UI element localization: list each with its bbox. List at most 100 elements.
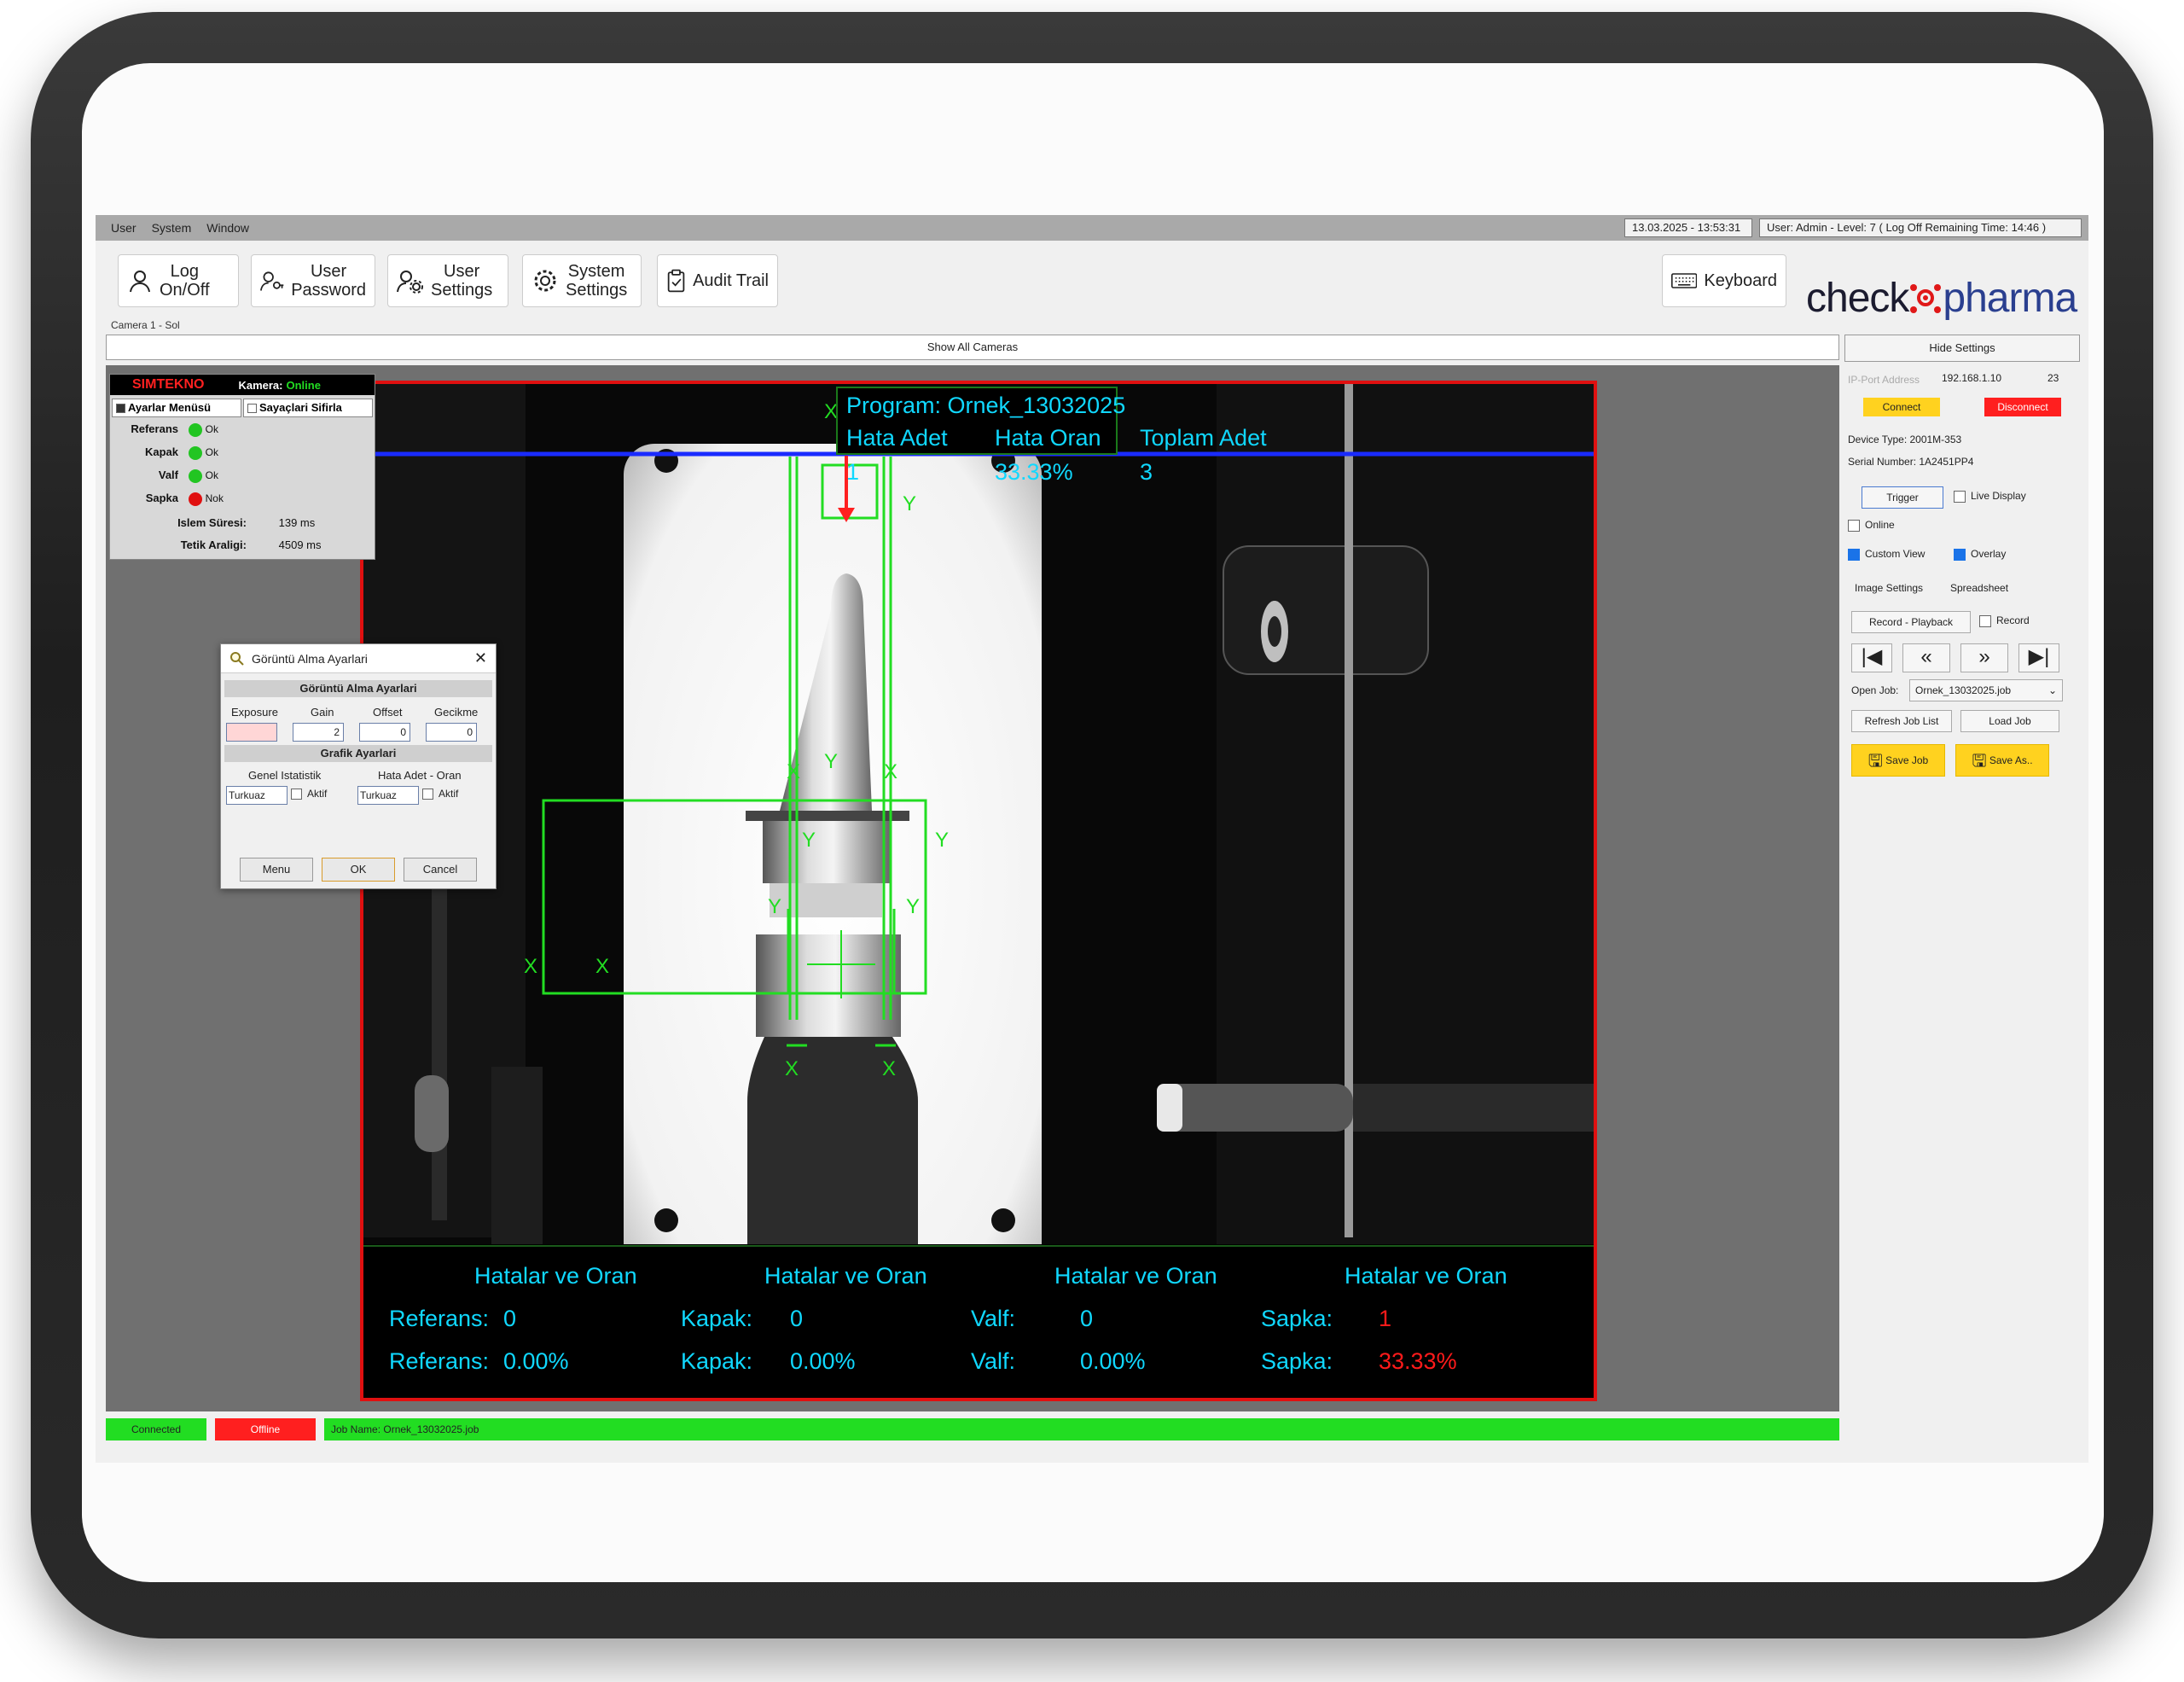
group-title-kapak: Hatalar ve Oran: [764, 1263, 927, 1289]
trigger-button[interactable]: Trigger: [1862, 486, 1943, 509]
rewind-button[interactable]: «: [1902, 643, 1950, 672]
first-frame-button[interactable]: |◀: [1851, 643, 1892, 672]
camera-image: X Y Y X X Y Y X X Y Y X X X: [363, 384, 1594, 1398]
custom-view-label: Custom View: [1865, 548, 1926, 560]
menu-button[interactable]: Menu: [240, 858, 313, 882]
hide-settings-button[interactable]: Hide Settings: [1844, 335, 2080, 362]
valf-pct-label: Valf:: [971, 1348, 1016, 1374]
toolbar: Log On/Off User Password User Settings S…: [96, 241, 2088, 321]
live-display-checkbox[interactable]: Live Display: [1954, 490, 2026, 503]
job-name-status: Job Name: Ornek_13032025.job: [324, 1418, 1839, 1440]
system-settings-button[interactable]: System Settings: [522, 254, 642, 307]
ayarlar-menusu-button[interactable]: Ayarlar Menüsü: [112, 399, 241, 417]
audit-trail-button[interactable]: Audit Trail: [657, 254, 778, 307]
open-job-label: Open Job:: [1851, 684, 1899, 696]
save-job-button[interactable]: 🖫 Save Job: [1851, 744, 1945, 777]
save-icon: 🖫: [1867, 751, 1883, 771]
disconnect-button[interactable]: Disconnect: [1984, 398, 2061, 416]
record-playback-button[interactable]: Record - Playback: [1851, 611, 1971, 633]
user-status: User: Admin - Level: 7 ( Log Off Remaini…: [1759, 218, 2082, 237]
camera-view[interactable]: X Y Y X X Y Y X X Y Y X X X Program: Orn…: [360, 381, 1597, 1401]
trigger-interval-label: Tetik Araligi:: [180, 538, 247, 551]
genel-istatistik-label: Genel Istatistik: [248, 769, 322, 782]
toplam-adet-value: 3: [1140, 459, 1153, 485]
sifirla-checkbox[interactable]: [247, 404, 257, 414]
logo-part2: pharma: [1943, 276, 2077, 321]
close-icon[interactable]: ✕: [474, 649, 487, 667]
checkbox-icon: [1979, 614, 1991, 627]
simtekno-header: SIMTEKNO Kamera: Online: [110, 375, 375, 395]
svg-text:Y: Y: [906, 895, 920, 918]
image-settings-dialog: Görüntü Alma Ayarlari ✕ Görüntü Alma Aya…: [220, 643, 497, 889]
custom-view-checkbox[interactable]: Custom View: [1848, 548, 1925, 561]
color-select-1[interactable]: Turkuaz: [226, 786, 288, 805]
gecikme-input[interactable]: 0: [426, 723, 477, 742]
ip-input[interactable]: 192.168.1.10: [1942, 372, 2001, 384]
overlay-checkbox[interactable]: Overlay: [1954, 548, 2006, 561]
col-gain: Gain: [311, 706, 334, 719]
sayaclari-sifirla-button[interactable]: Sayaçlari Sifirla: [243, 399, 373, 417]
referans-pct-label: Referans:: [389, 1348, 490, 1374]
aktif-checkbox-1[interactable]: Aktif: [291, 788, 327, 800]
svg-text:X: X: [882, 1057, 896, 1080]
record-checkbox[interactable]: Record: [1979, 614, 2030, 627]
status-row-kapak: Kapak Ok: [119, 445, 375, 460]
ok-button[interactable]: OK: [322, 858, 395, 882]
menu-user[interactable]: User: [111, 221, 136, 235]
group-title-referans: Hatalar ve Oran: [474, 1263, 637, 1289]
checkbox-icon: [1848, 519, 1860, 532]
kapak-pct: 0.00%: [790, 1348, 856, 1374]
keyboard-button[interactable]: Keyboard: [1662, 254, 1786, 307]
user-settings-button[interactable]: User Settings: [387, 254, 508, 307]
user-password-label: User Password: [291, 262, 366, 300]
trigger-interval-value: 4509 ms: [278, 538, 322, 551]
gain-input[interactable]: 2: [293, 723, 344, 742]
aktif-checkbox-2[interactable]: Aktif: [422, 788, 458, 800]
load-job-button[interactable]: Load Job: [1960, 710, 2059, 732]
ayarlar-label: Ayarlar Menüsü: [128, 401, 212, 414]
status-value: Nok: [205, 492, 224, 504]
open-job-select[interactable]: Ornek_13032025.job ⌄: [1909, 679, 2063, 701]
refresh-job-list-button[interactable]: Refresh Job List: [1851, 710, 1952, 732]
menu-window[interactable]: Window: [206, 221, 249, 235]
svg-text:Y: Y: [935, 829, 949, 852]
port-input[interactable]: 23: [2048, 372, 2059, 384]
status-ok-icon: [188, 469, 202, 483]
keyboard-label: Keyboard: [1704, 271, 1777, 290]
kapak-count: 0: [790, 1306, 804, 1331]
exposure-input[interactable]: [226, 723, 277, 742]
offline-status: Offline: [215, 1418, 316, 1440]
connect-button[interactable]: Connect: [1863, 398, 1940, 416]
menu-system[interactable]: System: [152, 221, 192, 235]
process-time-row: Islem Süresi: 139 ms: [119, 516, 375, 529]
fast-forward-button[interactable]: »: [1960, 643, 2008, 672]
cancel-button[interactable]: Cancel: [404, 858, 477, 882]
section-graphic: Grafik Ayarlari: [224, 745, 492, 762]
show-all-cameras-button[interactable]: Show All Cameras: [106, 335, 1839, 360]
fast-forward-icon: »: [1978, 645, 1990, 668]
log-onoff-button[interactable]: Log On/Off: [118, 254, 239, 307]
spreadsheet-link[interactable]: Spreadsheet: [1950, 582, 2008, 594]
process-time-value: 139 ms: [278, 516, 316, 529]
kamera-label: Kamera:: [238, 378, 283, 392]
sapka-pct: 33.33%: [1379, 1348, 1457, 1374]
offset-input[interactable]: 0: [359, 723, 410, 742]
status-label: Kapak: [144, 445, 178, 458]
save-as-button[interactable]: 🖫 Save As..: [1955, 744, 2049, 777]
svg-text:Y: Y: [903, 492, 916, 515]
status-bar: Connected Offline Job Name: Ornek_130320…: [106, 1418, 1839, 1440]
ayarlar-checkbox[interactable]: [116, 404, 125, 414]
clipboard-icon: [667, 269, 685, 293]
image-settings-link[interactable]: Image Settings: [1855, 582, 1923, 594]
rewind-icon: «: [1920, 645, 1932, 668]
svg-text:X: X: [595, 955, 609, 978]
user-password-button[interactable]: User Password: [251, 254, 375, 307]
group-title-sapka: Hatalar ve Oran: [1345, 1263, 1507, 1289]
color-select-2[interactable]: Turkuaz: [357, 786, 419, 805]
online-checkbox[interactable]: Online: [1848, 519, 1895, 532]
ip-label: IP-Port Address: [1848, 374, 1920, 386]
svg-text:Y: Y: [802, 829, 816, 852]
app-window: User System Window 13.03.2025 - 13:53:31…: [96, 215, 2088, 1463]
checkbox-icon: [422, 789, 433, 800]
last-frame-button[interactable]: ▶|: [2018, 643, 2059, 672]
